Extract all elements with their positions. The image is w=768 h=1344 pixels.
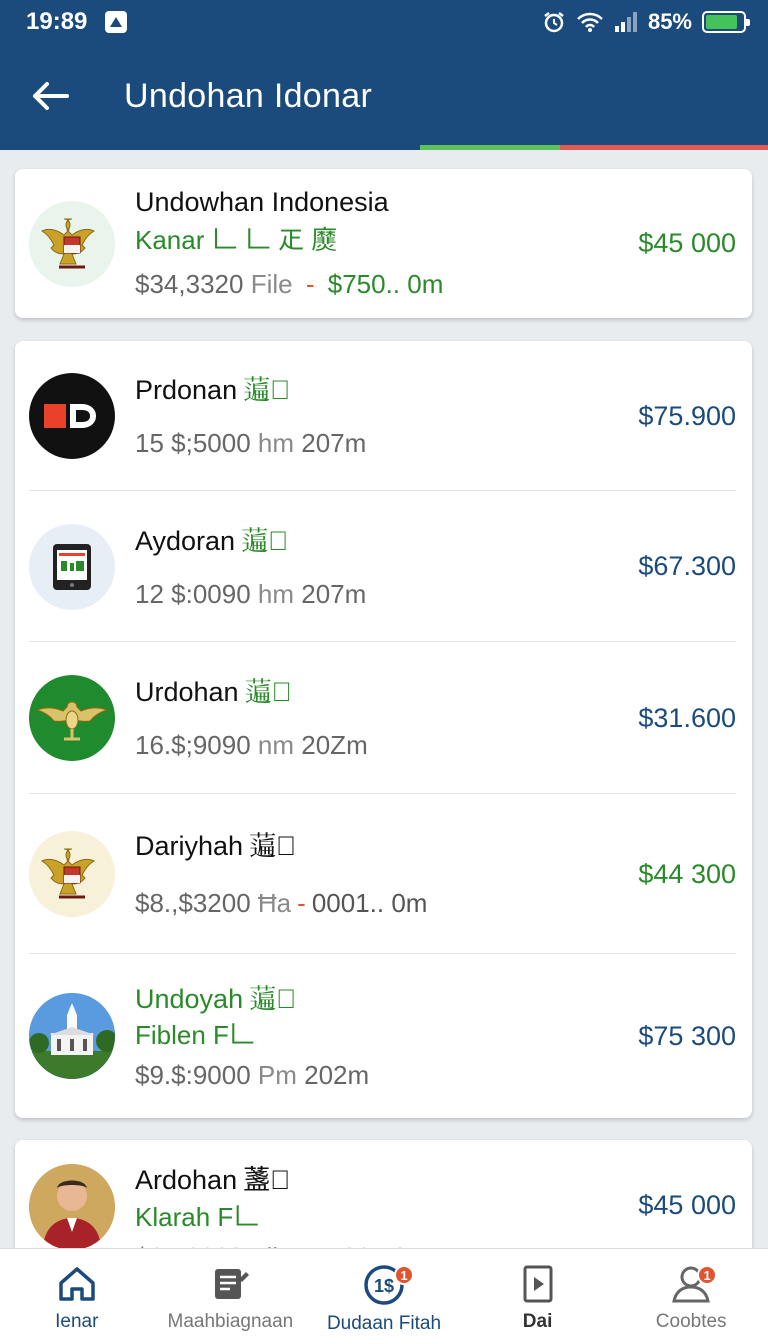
nav-label: Ienar <box>55 1311 99 1332</box>
document-edit-icon <box>215 1269 250 1299</box>
meta-range: 0001.. 0m <box>311 888 428 918</box>
notification-badge: 1 <box>697 1265 718 1285</box>
item-subtitle: Fiblen F𠃊 <box>135 1019 255 1050</box>
nav-item-funds[interactable]: 1$ 1 Dudaan Fitah <box>307 1249 461 1344</box>
item-subtitle: Klarah F𠃊 <box>135 1202 260 1232</box>
nav-item-contacts[interactable]: 1 Coobtes <box>614 1249 768 1344</box>
item-name: Dariyhah <box>135 831 244 861</box>
nav-label: Dudaan Fitah <box>326 1313 442 1334</box>
featured-amount: $45 000 <box>638 228 736 258</box>
notification-badge: 1 <box>393 1265 414 1285</box>
meta-unit: Ħa <box>257 888 292 918</box>
list-item[interactable]: Undoyah 𦽟𧂪 Fiblen F𠃊 $9.$:9000 Pm 202m $7… <box>15 954 752 1118</box>
battery-icon <box>702 11 750 33</box>
eagle-emblem-icon <box>29 675 115 761</box>
wifi-icon <box>577 12 603 32</box>
meta-value: 12 $:0090 <box>135 578 251 609</box>
nav-label: Dai <box>522 1311 553 1332</box>
garuda-emblem-icon <box>29 200 115 287</box>
featured-name: Undowhan Indonesia <box>135 187 389 217</box>
featured-card[interactable]: Undowhan Indonesia Kanar 𠃊 𠃊 𤴓 㸏 $34,332… <box>15 169 752 318</box>
back-button[interactable] <box>0 44 100 148</box>
page-title: Undohan Idonar <box>124 76 373 115</box>
meta-value: 15 $;5000 <box>135 428 251 458</box>
featured-subtitle: Kanar 𠃊 𠃊 𤴓 㸏 <box>135 225 338 255</box>
list-item[interactable]: Prdonan 𦽟𧂪 15 $;5000 hm 207m $75.900 <box>15 341 752 491</box>
item-tag: 𦽟𧂪 <box>244 677 292 707</box>
signal-icon <box>614 12 637 32</box>
item-name: Prdonan <box>135 375 238 405</box>
nav-item-documents[interactable]: Maahbiagnaan <box>154 1249 308 1344</box>
item-amount: $45 000 <box>638 1190 736 1220</box>
meta-unit: hm <box>257 578 295 609</box>
meta-unit: hm <box>257 428 295 458</box>
garuda-emblem-icon <box>29 831 115 917</box>
d-logo-icon <box>29 373 115 459</box>
meta-value: $8.,$3200 <box>135 888 251 918</box>
nav-item-dai[interactable]: Dai <box>461 1249 615 1344</box>
meta-dash: - <box>297 888 306 918</box>
play-document-icon <box>523 1265 553 1303</box>
building-photo-icon <box>29 993 115 1079</box>
item-name: Ardohan <box>135 1165 238 1195</box>
alarm-icon <box>544 12 564 33</box>
item-tag: 𦽟𧂪 <box>249 983 297 1014</box>
meta-unit: File <box>250 269 293 299</box>
list-item[interactable]: Aydoran 𦽟𧂪 12 $:0090 hm 207m $67.300 <box>15 491 752 642</box>
arrow-left-icon <box>33 82 69 110</box>
item-amount: $31.600 <box>638 702 736 733</box>
list-card: Prdonan 𦽟𧂪 15 $;5000 hm 207m $75.900 Aydo… <box>15 341 752 1118</box>
nav-item-home[interactable]: Ienar <box>0 1249 154 1344</box>
item-amount: $44 300 <box>638 858 736 889</box>
meta-value: $9.$:9000 <box>135 1059 251 1090</box>
item-tag: 𦽟𧂪 <box>241 525 289 556</box>
home-icon <box>59 1267 95 1301</box>
meta-range: 207m <box>301 578 367 609</box>
status-time: 19:89 <box>26 8 88 35</box>
meta-value: $34,3320 <box>135 269 244 299</box>
item-amount: $75.900 <box>638 400 736 431</box>
item-name: Aydoran <box>135 525 236 556</box>
item-tag: 𦽟𧂪 <box>249 831 297 861</box>
meta-value: 16.$;9090 <box>135 730 251 760</box>
meta-range: 207m <box>301 428 367 458</box>
svg-text:1$: 1$ <box>374 1276 394 1296</box>
item-amount: $67.300 <box>638 551 736 581</box>
meta-dash: - <box>305 269 315 299</box>
list-item[interactable]: Urdohan 𦽟𧂪 16.$;9090 nm 20Zm $31.600 <box>15 642 752 794</box>
person-photo-icon <box>29 1164 115 1250</box>
meta-unit: nm <box>257 730 295 760</box>
item-amount: $75 300 <box>638 1020 736 1051</box>
progress-strip <box>0 145 768 150</box>
featured-meta: $34,3320 File - $750.. 0m <box>135 269 606 300</box>
item-name: Undoyah <box>135 983 244 1014</box>
tablet-icon <box>29 523 115 610</box>
nav-label: Maahbiagnaan <box>167 1311 294 1332</box>
meta-unit: Pm <box>257 1059 297 1090</box>
app-bar: Undohan Idonar <box>0 44 768 148</box>
item-tag: 𦽟𧂪 <box>243 375 291 405</box>
meta-range: $750.. 0m <box>327 269 444 299</box>
item-tag: 𦾟𧂪 <box>243 1165 291 1195</box>
status-bar: 19:89 85% <box>0 0 768 44</box>
notification-icon <box>105 11 128 33</box>
item-name: Urdohan <box>135 677 239 707</box>
meta-range: 202m <box>304 1059 370 1090</box>
meta-range: 20Zm <box>301 730 368 760</box>
battery-percent: 85% <box>647 9 692 34</box>
bottom-nav: Ienar Maahbiagnaan 1$ 1 Dudaan Fitah Dai… <box>0 1248 768 1344</box>
list-item[interactable]: Dariyhah 𦽟𧂪 $8.,$3200 Ħa -0001.. 0m $44 30… <box>15 794 752 954</box>
nav-label: Coobtes <box>655 1311 727 1332</box>
